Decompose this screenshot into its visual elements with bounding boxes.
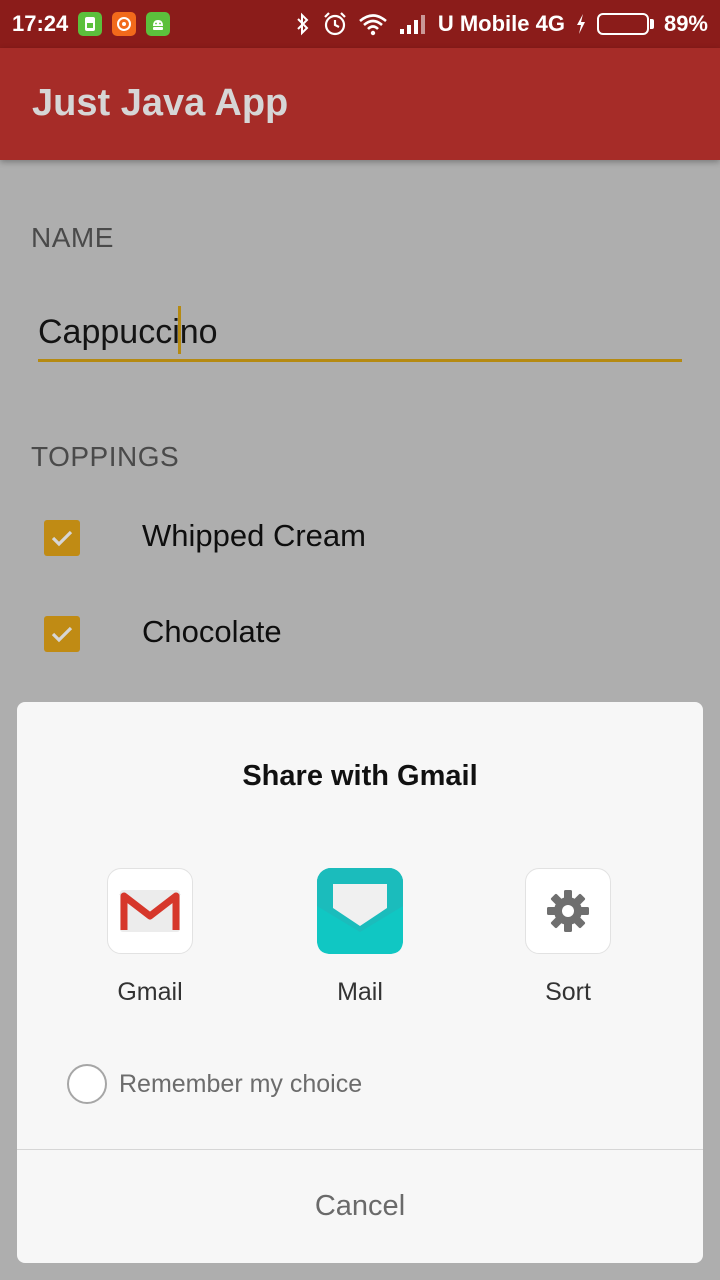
bluetooth-icon	[294, 12, 312, 36]
share-dialog: Share with Gmail Gmail Mail Sort Remembe…	[17, 702, 703, 1263]
charging-icon	[575, 13, 587, 35]
status-bar: 17:24 U Mobile 4G 89%	[0, 0, 720, 48]
gmail-icon[interactable]	[107, 868, 193, 954]
carrier-label: U Mobile 4G	[437, 11, 565, 36]
battery-percent: 89%	[663, 11, 708, 36]
gmail-label: Gmail	[117, 978, 183, 1006]
dialog-title: Share with Gmail	[242, 760, 478, 792]
toppings-label: TOPPINGS	[31, 441, 180, 472]
mi-icon	[112, 12, 137, 36]
remember-label: Remember my choice	[119, 1069, 363, 1098]
app-bar: Just Java App	[0, 48, 720, 160]
status-time: 17:24	[12, 11, 69, 36]
whipped-cream-checkbox[interactable]	[44, 520, 80, 556]
signal-icon	[398, 13, 428, 35]
gear-icon[interactable]	[525, 868, 611, 954]
sort-label: Sort	[545, 978, 591, 1006]
share-option-sort[interactable]: Sort	[488, 868, 648, 1007]
share-option-gmail[interactable]: Gmail	[70, 868, 230, 1007]
battery-icon	[596, 13, 654, 35]
share-option-mail[interactable]: Mail	[280, 868, 440, 1007]
app-title: Just Java App	[32, 82, 289, 124]
alarm-icon	[322, 11, 348, 37]
whipped-cream-label: Whipped Cream	[142, 518, 366, 553]
android-icon	[146, 12, 171, 36]
name-label: NAME	[31, 222, 114, 253]
remember-choice[interactable]: Remember my choice	[67, 1064, 362, 1104]
chocolate-checkbox[interactable]	[44, 616, 80, 652]
remember-radio[interactable]	[67, 1064, 107, 1104]
text-caret	[178, 306, 181, 354]
wifi-icon	[358, 12, 388, 36]
mail-icon[interactable]	[317, 868, 403, 954]
sim-icon	[78, 12, 103, 36]
chocolate-label: Chocolate	[142, 614, 282, 649]
topping-whipped-cream[interactable]: Whipped Cream	[44, 518, 366, 556]
cancel-button[interactable]: Cancel	[17, 1150, 703, 1263]
mail-label: Mail	[337, 978, 383, 1006]
topping-chocolate[interactable]: Chocolate	[44, 614, 282, 652]
name-input[interactable]	[38, 306, 682, 362]
